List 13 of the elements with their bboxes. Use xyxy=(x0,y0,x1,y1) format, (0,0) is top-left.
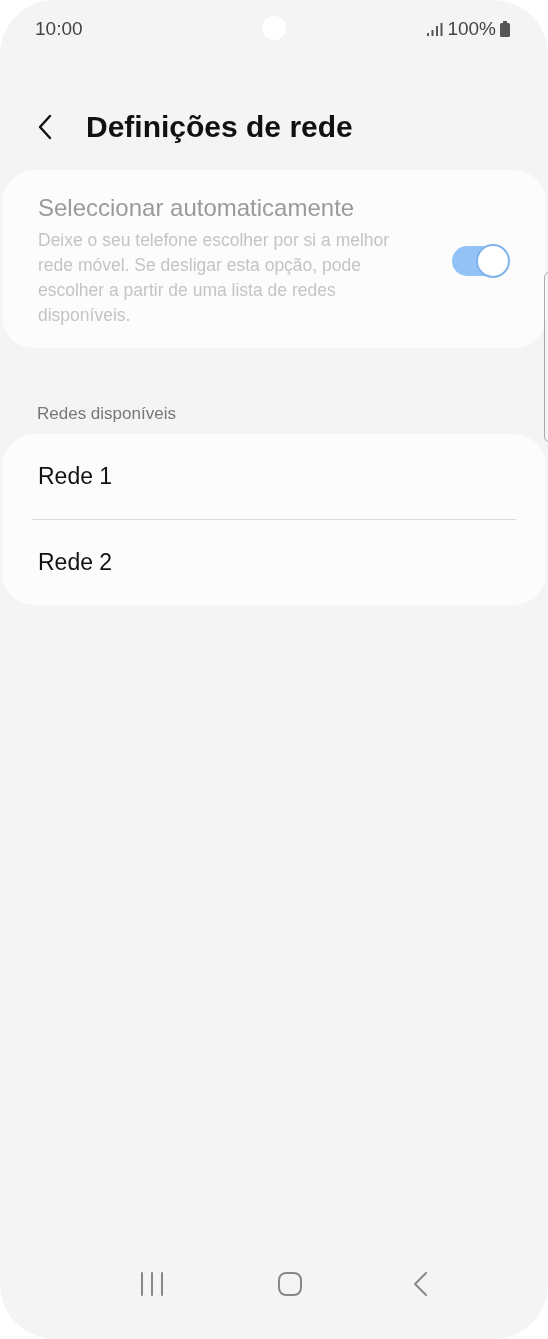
recent-apps-icon[interactable] xyxy=(140,1272,166,1296)
back-icon[interactable] xyxy=(414,1272,428,1296)
battery-level: 100% xyxy=(447,18,496,40)
battery-icon xyxy=(500,21,510,37)
home-icon[interactable] xyxy=(278,1272,302,1296)
signal-icon xyxy=(427,22,444,36)
auto-select-title: Seleccionar automaticamente xyxy=(38,194,356,222)
page-title: Definições de rede xyxy=(86,110,353,144)
network-item[interactable]: Rede 2 xyxy=(2,520,546,605)
auto-select-description: Deixe o seu telefone escolher por si a melhor rede móvel. Se desligar esta opção, pode escolher a partir de uma lista de redes disponíveis. xyxy=(38,229,391,327)
status-time: 10:00 xyxy=(35,18,83,40)
section-header: Redes disponíveis xyxy=(37,404,177,424)
network-item[interactable]: Rede 1 xyxy=(2,434,546,519)
